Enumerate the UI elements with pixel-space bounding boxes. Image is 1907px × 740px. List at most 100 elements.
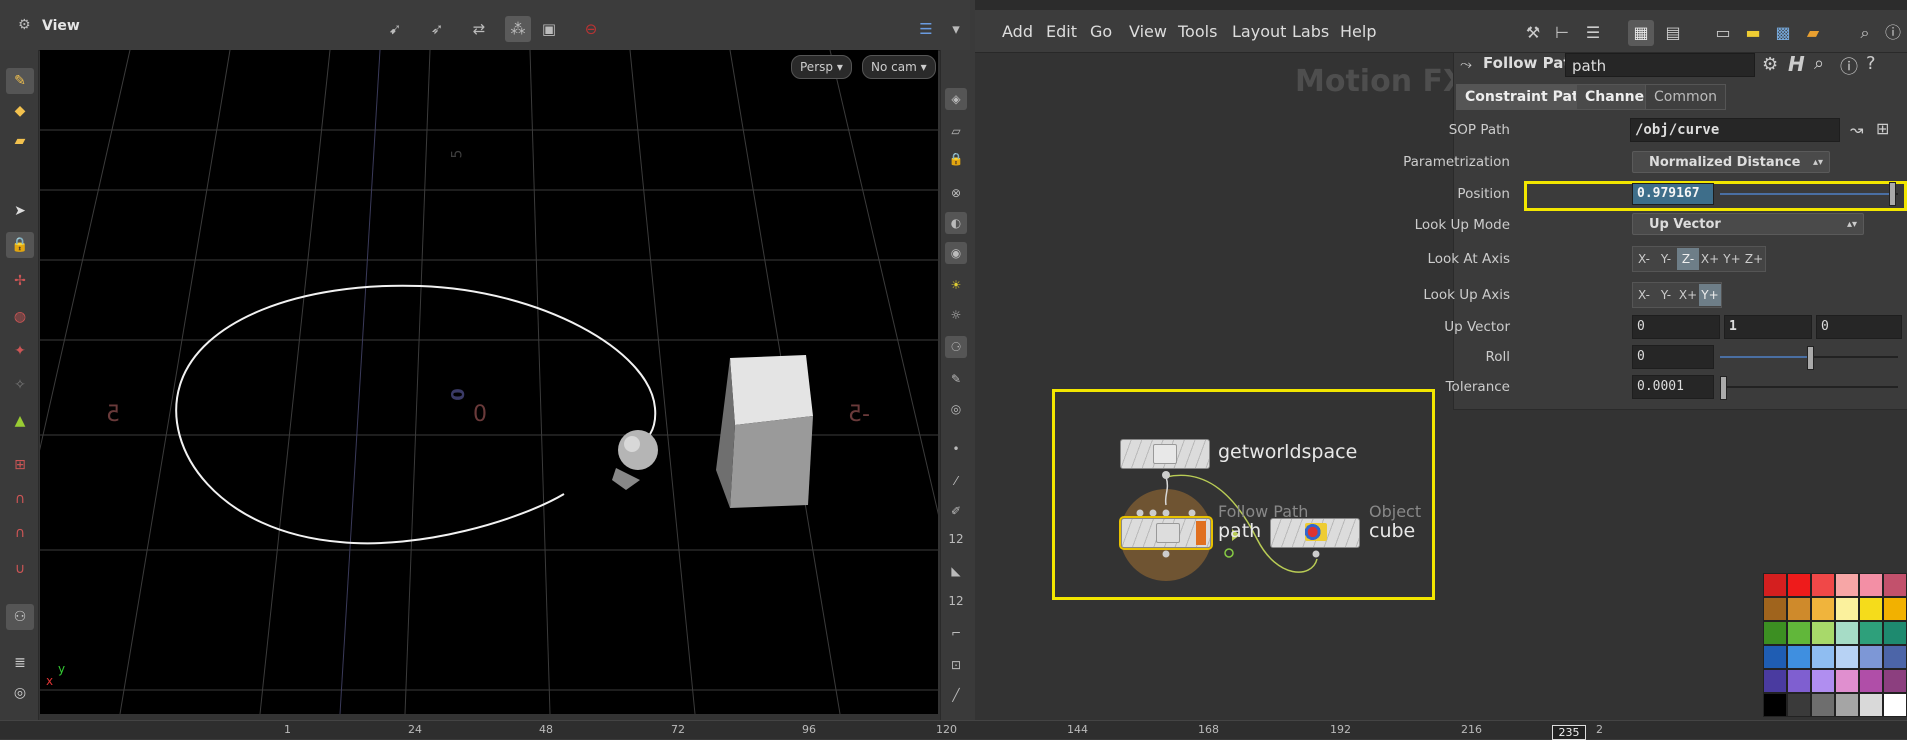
color-swatch[interactable] <box>1763 693 1787 717</box>
spool-icon[interactable]: ◎ <box>6 680 34 706</box>
grid-select-icon[interactable]: ⊡ <box>945 654 967 676</box>
color-swatch[interactable] <box>1859 693 1883 717</box>
pivot-tool-icon[interactable]: ▲ <box>6 408 34 434</box>
color-swatch[interactable] <box>1763 621 1787 645</box>
position-slider-handle[interactable] <box>1889 182 1896 206</box>
persp-dropdown[interactable]: Persp ▾ <box>791 55 852 79</box>
ghost-icon[interactable]: ◈ <box>945 88 967 110</box>
sop-path-field[interactable]: /obj/curve <box>1630 118 1840 142</box>
color-swatch[interactable] <box>1835 573 1859 597</box>
color-swatch[interactable] <box>1811 669 1835 693</box>
color-swatch[interactable] <box>1883 597 1907 621</box>
transform-arrow-icon[interactable]: ⇄ <box>466 16 492 42</box>
select-mode-icon[interactable]: ➹ <box>382 16 408 42</box>
pencil-icon[interactable]: ✎ <box>945 368 967 390</box>
search-icon[interactable]: ⌕ <box>1852 20 1878 46</box>
look-at-axis-x-pos[interactable]: X+ <box>1699 248 1721 270</box>
frame-12-icon[interactable]: 12 <box>945 528 967 550</box>
camera-view-icon[interactable]: ⚆ <box>945 336 967 358</box>
network-box-icon[interactable]: ▭ <box>1710 20 1736 46</box>
menu-go[interactable]: Go <box>1090 22 1112 41</box>
color-swatch[interactable] <box>1883 573 1907 597</box>
list-icon[interactable]: ☰ <box>1580 20 1606 46</box>
pen-icon[interactable]: ✐ <box>945 500 967 522</box>
menu-add[interactable]: Add <box>1002 22 1033 41</box>
image-icon[interactable]: ▩ <box>1770 20 1796 46</box>
roll-slider-handle[interactable] <box>1807 346 1814 370</box>
menu-labs[interactable]: Labs <box>1292 22 1329 41</box>
color-swatch[interactable] <box>1835 693 1859 717</box>
gear-icon[interactable]: ⚙ <box>1762 54 1778 75</box>
select-tool-icon[interactable]: ✎ <box>6 68 34 94</box>
edit-tool-icon[interactable]: ▰ <box>6 128 34 154</box>
up-vector-y-field[interactable]: 1 <box>1724 315 1812 339</box>
color-swatch[interactable] <box>1763 645 1787 669</box>
bulb-off-icon[interactable]: ☼ <box>945 304 967 326</box>
color-swatch[interactable] <box>1835 621 1859 645</box>
sphere-icon[interactable]: ◐ <box>945 212 967 234</box>
color-swatch[interactable] <box>1787 573 1811 597</box>
position-slider[interactable] <box>1720 182 1898 206</box>
lookup-mode-menu[interactable]: Up Vector ▴▾ <box>1632 213 1864 235</box>
color-swatch[interactable] <box>1835 645 1859 669</box>
layers-icon[interactable]: ≣ <box>6 650 34 676</box>
menu-edit[interactable]: Edit <box>1046 22 1077 41</box>
menu-view[interactable]: View <box>1129 22 1167 41</box>
jump-to-icon[interactable]: ↝ <box>1850 120 1863 139</box>
display-camera-icon[interactable]: ▣ <box>536 16 562 42</box>
look-at-axis-x-neg[interactable]: X- <box>1633 248 1655 270</box>
up-vector-z-field[interactable]: 0 <box>1816 315 1902 339</box>
light-icon[interactable]: ◉ <box>945 242 967 264</box>
operator-name-field[interactable]: path <box>1565 53 1755 77</box>
wrench-icon[interactable]: ⚒ <box>1520 20 1546 46</box>
color-swatch[interactable] <box>1811 621 1835 645</box>
color-swatch[interactable] <box>1763 669 1787 693</box>
roll-slider[interactable] <box>1720 345 1898 370</box>
sticky-note-icon[interactable]: ▬ <box>1740 20 1766 46</box>
tab-common[interactable]: Common <box>1645 84 1727 110</box>
look-up-axis-y-pos[interactable]: Y+ <box>1699 284 1721 306</box>
node-chooser-icon[interactable]: ⊞ <box>1876 119 1889 138</box>
color-swatch[interactable] <box>1787 693 1811 717</box>
pointer-arrow-icon[interactable]: ➤ <box>6 198 34 224</box>
record-icon[interactable]: ⊖ <box>578 16 604 42</box>
color-swatch[interactable] <box>1859 573 1883 597</box>
eraser-icon[interactable]: ◣ <box>945 560 967 582</box>
shading-icon[interactable]: ▱ <box>945 120 967 142</box>
camera-tool-icon[interactable]: ⚇ <box>6 604 34 630</box>
color-swatch[interactable] <box>1811 573 1835 597</box>
color-swatch[interactable] <box>1787 669 1811 693</box>
magnet-grid-icon[interactable]: ⊞ <box>6 452 34 478</box>
magnet-curve-icon[interactable]: ∩ <box>6 486 34 512</box>
color-swatch[interactable] <box>1859 597 1883 621</box>
eye-icon[interactable]: ◎ <box>945 398 967 420</box>
help-h-icon[interactable]: H <box>1788 52 1805 76</box>
tolerance-slider-handle[interactable] <box>1720 376 1727 400</box>
menu-layout[interactable]: Layout <box>1232 22 1286 41</box>
color-swatch[interactable] <box>1883 693 1907 717</box>
snap-points-icon[interactable]: ⁂ <box>505 16 531 42</box>
tree-icon[interactable]: ⊢ <box>1549 20 1575 46</box>
menu-tools[interactable]: Tools <box>1178 22 1217 41</box>
scale-gizmo-icon[interactable]: ◍ <box>6 304 34 330</box>
color-swatch[interactable] <box>1859 669 1883 693</box>
marker-icon[interactable]: ╱ <box>945 684 967 706</box>
look-up-axis-y-neg[interactable]: Y- <box>1655 284 1677 306</box>
camera-dropdown[interactable]: No cam ▾ <box>861 55 936 79</box>
color-swatch[interactable] <box>1883 621 1907 645</box>
viewport-3d[interactable]: 5 0 0 5 -5 x y <box>40 50 938 714</box>
color-swatch[interactable] <box>1811 645 1835 669</box>
brush-icon[interactable]: ⁄ <box>945 470 967 492</box>
pose-tool-icon[interactable]: ◆ <box>6 98 34 124</box>
param-help-icon[interactable]: ? <box>1866 53 1876 74</box>
grid-view-icon[interactable]: ▦ <box>1628 20 1654 46</box>
bulb-icon[interactable]: ☀ <box>945 274 967 296</box>
color-swatch[interactable] <box>1883 645 1907 669</box>
frame-12b-icon[interactable]: 12 <box>945 590 967 612</box>
select-arrow-icon[interactable]: ➶ <box>424 16 450 42</box>
look-up-axis-x-neg[interactable]: X- <box>1633 284 1655 306</box>
color-swatch[interactable] <box>1835 669 1859 693</box>
viewer-dropdown-icon[interactable]: ▾ <box>943 16 969 42</box>
look-up-axis-x-pos[interactable]: X+ <box>1677 284 1699 306</box>
color-swatch[interactable] <box>1859 645 1883 669</box>
